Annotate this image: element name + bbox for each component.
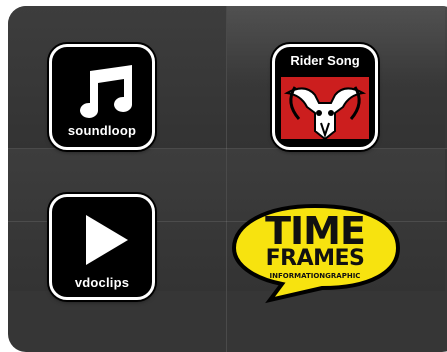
soundloop-icon-tile: soundloop bbox=[49, 44, 155, 150]
bull-skull-icon bbox=[281, 77, 369, 141]
play-icon bbox=[86, 215, 128, 265]
rider-song-icon-tile: Rider Song bbox=[272, 44, 378, 150]
vdoclips-label: vdoclips bbox=[74, 275, 130, 290]
time-frames-tagline: INFORMATIONGRAPHIC bbox=[269, 272, 361, 280]
rider-song-title: Rider Song bbox=[290, 53, 360, 68]
soundloop-app[interactable]: soundloop bbox=[49, 44, 161, 156]
vdoclips-app[interactable]: vdoclips bbox=[49, 194, 161, 306]
music-note-icon bbox=[80, 65, 132, 118]
time-frames-title: TIME bbox=[265, 209, 366, 253]
vdoclips-icon-tile: vdoclips bbox=[49, 194, 155, 300]
time-frames-subtitle: FRAMES bbox=[265, 246, 365, 271]
soundloop-label: soundloop bbox=[67, 123, 137, 138]
grid-divider bbox=[226, 6, 227, 352]
time-frames-app[interactable]: TIME FRAMES INFORMATIONGRAPHIC bbox=[230, 200, 400, 310]
rider-song-app[interactable]: Rider Song bbox=[272, 44, 384, 156]
